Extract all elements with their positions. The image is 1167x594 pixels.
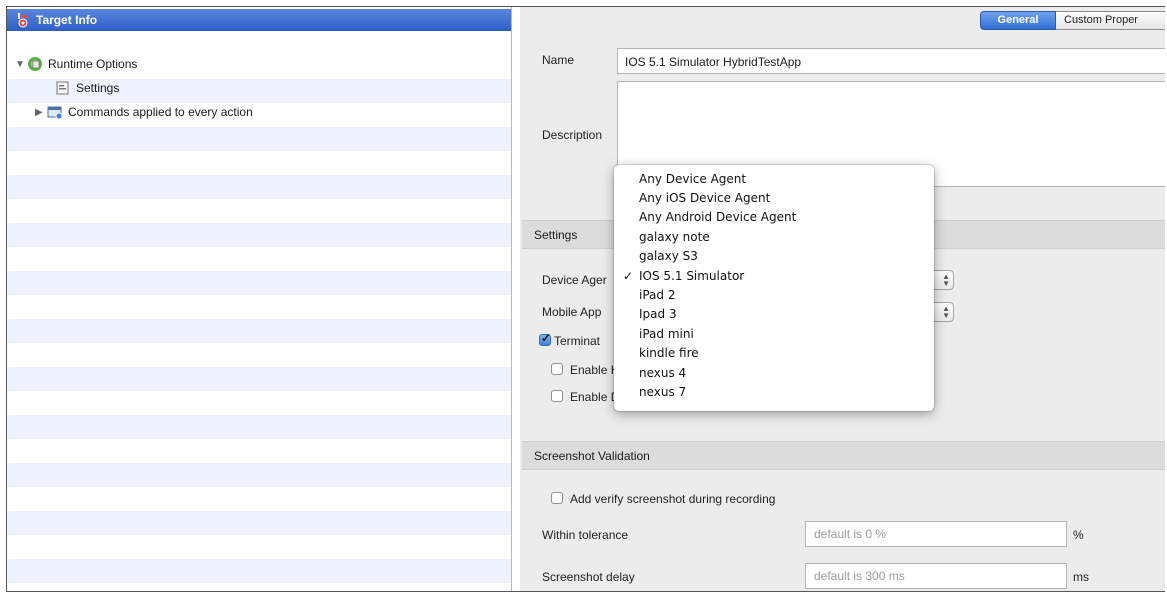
tree-item-label: Runtime Options [48,57,138,71]
delay-unit: ms [1073,570,1089,584]
tree-item-settings[interactable]: Settings [53,76,119,100]
description-label: Description [542,128,603,142]
menu-item-selected[interactable]: ✓ IOS 5.1 Simulator [623,267,745,286]
tree-item-label: Settings [76,81,120,95]
tree-row [7,343,511,367]
tree-item-label: Target Info [36,13,98,27]
tree-row [7,127,511,151]
tab-bar: General Custom Proper [980,11,1165,30]
menu-item[interactable]: Any Device Agent [639,170,746,189]
enable-h-checkbox[interactable] [551,363,563,375]
menu-item[interactable]: Ipad 3 [639,305,677,324]
left-tree-panel: Target Info ▼ Runtime Options Settings ▶… [7,7,512,591]
settings-doc-icon [55,80,71,96]
menu-item[interactable]: kindle fire [639,344,699,363]
tolerance-input[interactable]: default is 0 % [805,521,1067,547]
tree-row [7,391,511,415]
screenshot-delay-input[interactable]: default is 300 ms [805,563,1067,589]
enable-d-checkbox[interactable] [551,390,563,402]
tree-row [7,271,511,295]
tree-row [7,295,511,319]
tab-custom-properties[interactable]: Custom Proper [1056,11,1165,30]
menu-item[interactable]: Any Android Device Agent [639,208,796,227]
name-value: IOS 5.1 Simulator HybridTestApp [625,55,802,69]
tolerance-unit: % [1073,528,1084,542]
delay-placeholder: default is 300 ms [814,569,905,583]
menu-item[interactable]: iPad mini [639,325,694,344]
device-agent-dropdown-menu: Any Device Agent Any iOS Device Agent An… [614,165,934,411]
terminate-label: Terminat [554,334,601,348]
add-verify-screenshot-label: Add verify screenshot during recording [570,492,776,506]
tree-row [7,199,511,223]
tree-row [7,487,511,511]
tree-row [7,223,511,247]
screenshot-delay-label: Screenshot delay [542,570,635,584]
tree-row [7,463,511,487]
tree-row [7,439,511,463]
mobile-app-label: Mobile App [542,305,602,319]
tree-item-commands[interactable]: ▶ Commands applied to every action [35,100,253,124]
tree-item-label: Commands applied to every action [68,105,253,119]
target-icon [15,12,31,28]
tolerance-placeholder: default is 0 % [814,527,887,541]
tree-row [7,175,511,199]
tree-row [7,559,511,583]
menu-item[interactable]: nexus 7 [639,383,686,402]
screenshot-validation-header: Screenshot Validation [522,441,1165,470]
stepper-down-icon: ▼ [942,311,950,320]
tree-row [7,151,511,175]
menu-item[interactable]: iPad 2 [639,286,675,305]
section-title: Screenshot Validation [534,449,650,463]
device-agent-label: Device Ager [542,273,607,287]
tree-row [7,511,511,535]
tab-general[interactable]: General [980,11,1056,30]
checkmark-icon: ✓ [623,269,634,283]
tree-row [7,367,511,391]
tree-item-target-info[interactable]: Target Info [7,9,511,31]
menu-item[interactable]: galaxy S3 [639,247,698,266]
tree-row [7,247,511,271]
tree-row [7,583,511,591]
disclosure-collapsed-icon[interactable]: ▶ [35,107,45,118]
tolerance-label: Within tolerance [542,528,629,542]
runtime-options-icon [27,56,43,72]
menu-item[interactable]: galaxy note [639,228,710,247]
name-field[interactable]: IOS 5.1 Simulator HybridTestApp [617,48,1165,74]
name-label: Name [542,53,575,67]
menu-item[interactable]: nexus 4 [639,364,686,383]
terminate-checkbox[interactable] [539,331,551,346]
enable-h-label: Enable H [570,363,620,377]
tree-row [7,415,511,439]
menu-item[interactable]: Any iOS Device Agent [639,189,770,208]
window-frame: Target Info ▼ Runtime Options Settings ▶… [6,6,1165,592]
disclosure-expanded-icon[interactable]: ▼ [15,59,25,70]
commands-icon [47,104,63,120]
tree-row [7,319,511,343]
menu-item-label: IOS 5.1 Simulator [639,269,745,283]
stepper-down-icon: ▼ [942,279,950,288]
tree-row [7,535,511,559]
enable-d-label: Enable D [570,390,620,404]
tree-item-runtime-options[interactable]: ▼ Runtime Options [15,52,137,76]
add-verify-screenshot-checkbox[interactable] [551,492,563,504]
section-title: Settings [534,228,578,242]
